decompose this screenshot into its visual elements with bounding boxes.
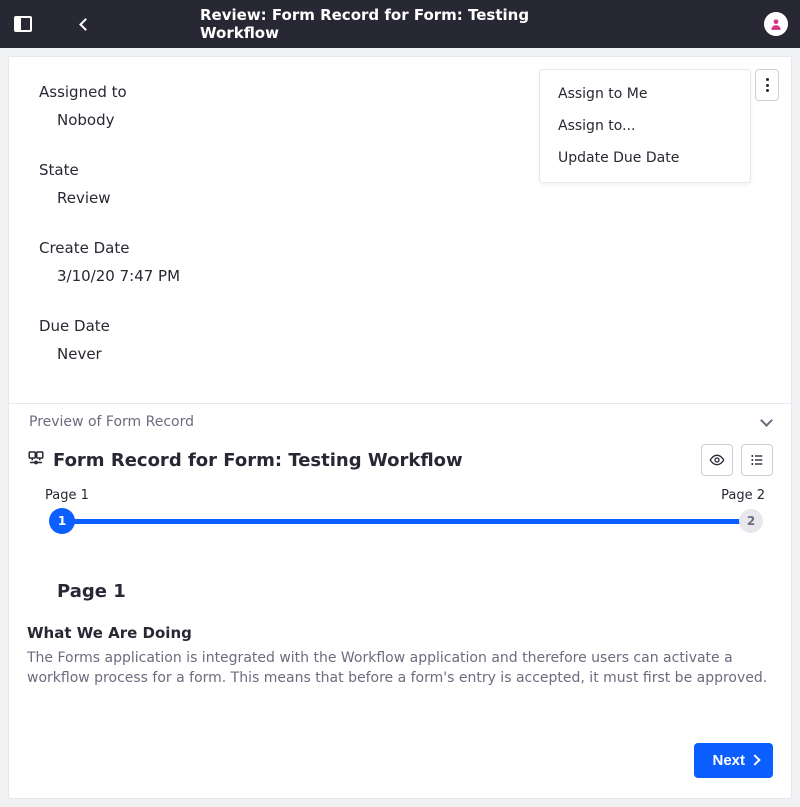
step-bar: 1 2	[31, 507, 769, 535]
record-title-wrap: Form Record for Form: Testing Workflow	[27, 449, 463, 471]
kebab-dot-icon	[766, 89, 769, 92]
due-date-value: Never	[39, 345, 761, 363]
create-date-label: Create Date	[39, 239, 761, 257]
next-button[interactable]: Next	[694, 743, 773, 778]
panel-icon	[14, 16, 32, 32]
due-date-label: Due Date	[39, 317, 761, 335]
preview-header-title: Preview of Form Record	[29, 414, 194, 430]
header-left	[12, 9, 100, 39]
kebab-dot-icon	[766, 84, 769, 87]
user-icon	[769, 17, 783, 31]
step-label-1: Page 1	[45, 488, 89, 503]
state-value: Review	[39, 189, 761, 207]
page-stepper: Page 1 Page 2 1 2	[27, 488, 773, 535]
page-heading: Page 1	[57, 581, 773, 602]
record-title: Form Record for Form: Testing Workflow	[53, 450, 463, 471]
next-button-label: Next	[712, 752, 745, 769]
step-label-2: Page 2	[721, 488, 765, 503]
panel-toggle-button[interactable]	[12, 13, 34, 35]
step-2-button[interactable]: 2	[739, 509, 763, 533]
list-view-button[interactable]	[741, 444, 773, 476]
body-area: Assign to Me Assign to... Update Due Dat…	[0, 48, 800, 807]
menu-item-assign-to-me[interactable]: Assign to Me	[540, 78, 750, 110]
main-card: Assign to Me Assign to... Update Due Dat…	[8, 56, 792, 799]
actions-menu: Assign to Me Assign to... Update Due Dat…	[539, 69, 751, 183]
step-labels: Page 1 Page 2	[27, 488, 773, 507]
chevron-right-icon	[749, 754, 760, 765]
preview-header-row[interactable]: Preview of Form Record	[9, 404, 791, 440]
form-record-icon	[27, 449, 45, 471]
page-title: Review: Form Record for Form: Testing Wo…	[200, 6, 600, 42]
section-body-text: The Forms application is integrated with…	[27, 648, 773, 689]
record-actions	[701, 444, 773, 476]
menu-item-update-due-date[interactable]: Update Due Date	[540, 142, 750, 174]
back-button[interactable]	[70, 9, 100, 39]
kebab-dot-icon	[766, 78, 769, 81]
preview-body: Form Record for Form: Testing Workflow P…	[9, 440, 791, 798]
record-header: Form Record for Form: Testing Workflow	[27, 444, 773, 476]
user-avatar[interactable]	[764, 12, 788, 36]
view-button[interactable]	[701, 444, 733, 476]
menu-item-assign-to[interactable]: Assign to...	[540, 110, 750, 142]
app-header: Review: Form Record for Form: Testing Wo…	[0, 0, 800, 48]
section-heading: What We Are Doing	[27, 624, 773, 642]
list-icon	[749, 452, 765, 468]
collapse-toggle[interactable]	[762, 420, 771, 425]
step-bar-fill	[51, 519, 749, 524]
actions-kebab-button[interactable]	[755, 69, 779, 101]
chevron-down-icon	[760, 414, 773, 427]
eye-icon	[709, 452, 725, 468]
step-1-button[interactable]: 1	[49, 508, 75, 534]
chevron-left-icon	[79, 18, 92, 31]
create-date-value: 3/10/20 7:47 PM	[39, 267, 761, 285]
next-button-wrap: Next	[27, 743, 773, 778]
